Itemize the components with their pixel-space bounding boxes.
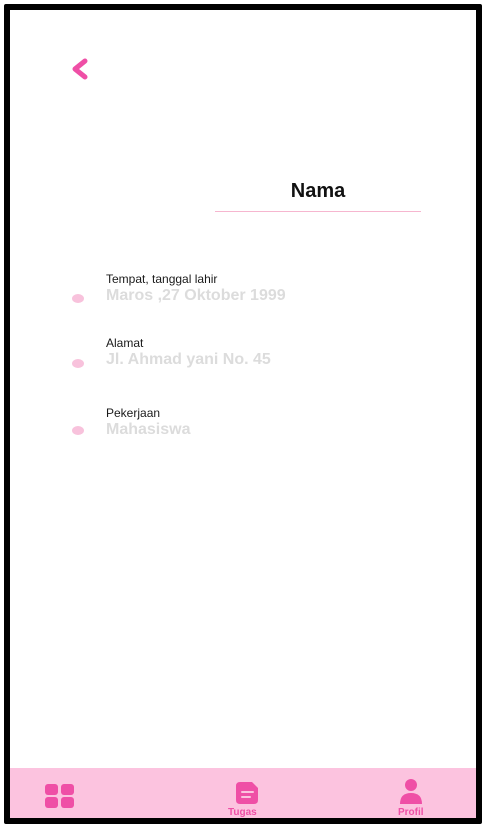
info-item-job: Pekerjaan Mahasiswa [70, 406, 430, 450]
page-title: Nama [290, 180, 346, 202]
back-button[interactable] [66, 56, 94, 84]
job-value: Mahasiswa [106, 421, 191, 438]
address-label: Alamat [106, 336, 144, 350]
address-value: Jl. Ahmad yani No. 45 [106, 351, 271, 368]
nav-label-profil: Profil [398, 807, 424, 818]
title-underline [215, 211, 421, 212]
birth-value: Maros ,27 Oktober 1999 [106, 287, 286, 304]
bottom-navigation: Tugas Profil [10, 768, 476, 818]
info-item-birth: Tempat, tanggal lahir Maros ,27 Oktober … [70, 272, 430, 316]
info-item-address: Alamat Jl. Ahmad yani No. 45 [70, 336, 430, 380]
nav-item-profil[interactable]: Profil [388, 778, 434, 818]
grid-icon [45, 784, 74, 808]
nav-label-tugas: Tugas [228, 807, 257, 818]
phone-screen: Nama Tempat, tanggal lahir Maros ,27 Okt… [4, 4, 482, 824]
user-icon [400, 779, 422, 804]
nav-item-tugas[interactable]: Tugas [224, 778, 274, 818]
nav-item-home[interactable] [44, 782, 78, 812]
chevron-left-icon [72, 58, 88, 80]
bullet-dot-icon [72, 359, 84, 368]
document-icon [236, 782, 258, 804]
birth-label: Tempat, tanggal lahir [106, 272, 218, 286]
bullet-dot-icon [72, 294, 84, 303]
job-label: Pekerjaan [106, 406, 161, 420]
bullet-dot-icon [72, 426, 84, 435]
